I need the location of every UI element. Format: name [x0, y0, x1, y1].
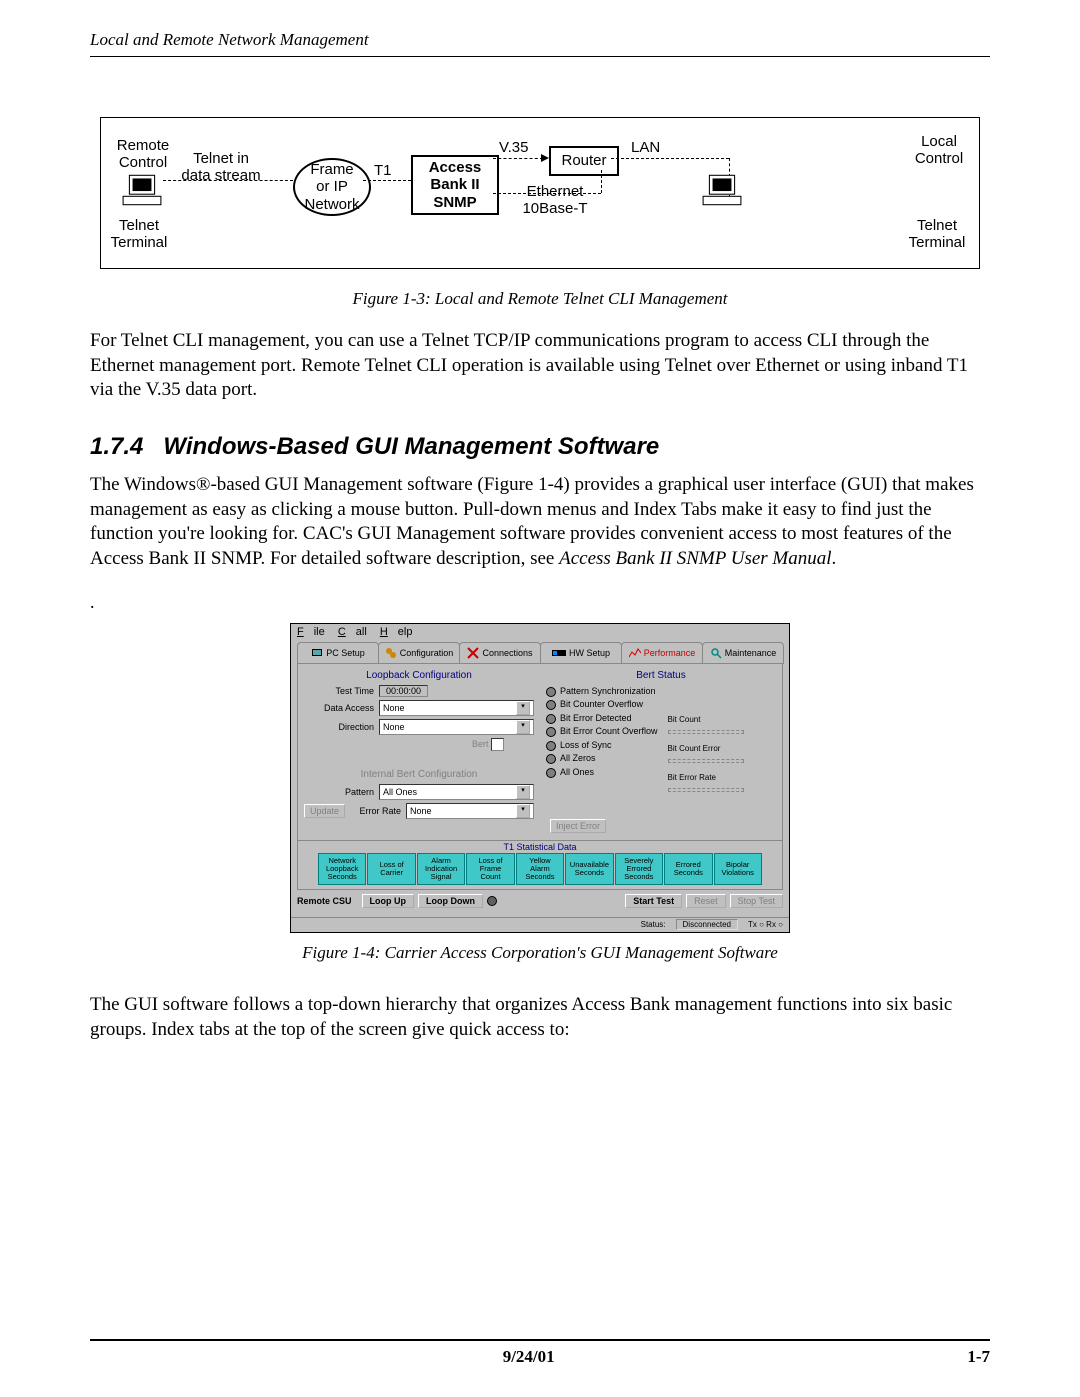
- section-heading: 1.7.4 Windows-Based GUI Management Softw…: [90, 433, 990, 461]
- page-header: Local and Remote Network Management: [90, 30, 990, 57]
- test-time-label: Test Time: [304, 686, 379, 696]
- v35-label: V.35: [499, 140, 528, 157]
- section-title: Windows-Based GUI Management Software: [163, 433, 659, 460]
- t1-label: T1: [374, 163, 392, 180]
- tab-performance[interactable]: Performance: [621, 642, 703, 664]
- menu-file[interactable]: FFileile: [297, 626, 325, 638]
- data-access-select[interactable]: None▾: [379, 700, 534, 716]
- bert-status-list: Pattern Synchronization Bit Counter Over…: [546, 685, 658, 802]
- bit-count-error-value: [668, 759, 744, 763]
- menu-help[interactable]: Help: [380, 626, 413, 638]
- t1-cell[interactable]: Severely Errored Seconds: [615, 853, 663, 885]
- bottom-button-bar: Remote CSU Loop Up Loop Down Start Test …: [291, 890, 789, 912]
- paragraph-hierarchy: The GUI software follows a top-down hier…: [90, 993, 990, 1042]
- figure-1-4-caption: Figure 1-4: Carrier Access Corporation's…: [90, 943, 990, 963]
- bit-error-rate-label: Bit Error Rate: [668, 773, 776, 782]
- tab-strip: PC Setup Configuration Connections HW Se…: [291, 640, 789, 664]
- error-rate-label: Error Rate: [349, 806, 406, 816]
- tab-configuration[interactable]: Configuration: [378, 642, 460, 664]
- telnet-terminal-icon-right: [701, 173, 743, 207]
- lan-label: LAN: [631, 140, 660, 157]
- telnet-terminal-right-label: Telnet Terminal: [907, 218, 967, 251]
- txrx-indicator: Tx ○ Rx ○: [748, 920, 783, 929]
- direction-label: Direction: [304, 722, 379, 732]
- led-icon: [546, 754, 556, 764]
- t1-stats-title: T1 Statistical Data: [298, 841, 782, 853]
- direction-select[interactable]: None▾: [379, 719, 534, 735]
- chevron-down-icon[interactable]: ▾: [516, 804, 530, 818]
- access-bank-node: Access Bank II SNMP: [411, 155, 499, 215]
- figure-1-3-caption: Figure 1-3: Local and Remote Telnet CLI …: [90, 289, 990, 309]
- chevron-down-icon[interactable]: ▾: [516, 785, 530, 799]
- start-test-button[interactable]: Start Test: [625, 894, 682, 908]
- led-icon: [546, 714, 556, 724]
- pattern-label: Pattern: [304, 787, 379, 797]
- loop-up-button[interactable]: Loop Up: [362, 894, 415, 908]
- t1-cell[interactable]: Loss of Frame Count: [466, 853, 514, 885]
- bert-checkbox-label: Bert: [472, 739, 489, 749]
- menu-bar[interactable]: FFileile Call Help: [291, 624, 789, 640]
- reset-button[interactable]: Reset: [686, 894, 726, 908]
- internal-bert-config-title: Internal Bert Configuration: [304, 769, 534, 780]
- t1-cell[interactable]: Bipolar Violations: [714, 853, 762, 885]
- led-icon: [546, 727, 556, 737]
- status-label: Status:: [641, 920, 666, 929]
- footer-page-number: 1-7: [967, 1347, 990, 1367]
- bit-count-error-label: Bit Count Error: [668, 744, 776, 753]
- led-icon: [546, 768, 556, 778]
- remote-control-label: Remote Control: [113, 138, 173, 171]
- paragraph-cli: For Telnet CLI management, you can use a…: [90, 329, 990, 403]
- t1-cell[interactable]: Loss of Carrier: [367, 853, 415, 885]
- telnet-stream-label: Telnet in data stream: [176, 151, 266, 184]
- t1-stats-panel: T1 Statistical Data Network Loopback Sec…: [298, 840, 782, 889]
- network-diagram: Remote Control Telnet Terminal Telnet in…: [100, 117, 980, 269]
- led-icon: [546, 687, 556, 697]
- stray-period: .: [90, 592, 990, 613]
- bit-error-rate-value: [668, 788, 744, 792]
- t1-cell[interactable]: Errored Seconds: [664, 853, 712, 885]
- footer-date: 9/24/01: [503, 1347, 555, 1367]
- telnet-terminal-left-label: Telnet Terminal: [109, 218, 169, 251]
- tab-connections[interactable]: Connections: [459, 642, 541, 664]
- chevron-down-icon[interactable]: ▾: [516, 720, 530, 734]
- led-icon: [546, 700, 556, 710]
- tab-hw-setup[interactable]: HW Setup: [540, 642, 622, 664]
- status-value: Disconnected: [676, 919, 738, 930]
- page-footer: 9/24/01 1-7: [90, 1339, 990, 1367]
- stop-test-button[interactable]: Stop Test: [730, 894, 783, 908]
- chevron-down-icon[interactable]: ▾: [516, 701, 530, 715]
- t1-cell[interactable]: Unavailable Seconds: [565, 853, 613, 885]
- loop-down-button[interactable]: Loop Down: [418, 894, 483, 908]
- gui-screenshot: FFileile Call Help PC Setup Configuratio…: [290, 623, 790, 933]
- update-button[interactable]: Update: [304, 804, 345, 818]
- led-icon: [487, 896, 497, 906]
- tab-pc-setup[interactable]: PC Setup: [297, 642, 379, 664]
- router-node: Router: [549, 146, 619, 176]
- bert-checkbox[interactable]: [491, 738, 504, 751]
- paragraph-gui: The Windows®-based GUI Management softwa…: [90, 473, 990, 572]
- bit-count-label: Bit Count: [668, 715, 776, 724]
- t1-cell[interactable]: Alarm Indication Signal: [417, 853, 465, 885]
- test-time-value: 00:00:00: [379, 685, 428, 697]
- t1-cell[interactable]: Yellow Alarm Seconds: [516, 853, 564, 885]
- remote-csu-label: Remote CSU: [297, 896, 352, 906]
- pattern-select[interactable]: All Ones▾: [379, 784, 534, 800]
- frame-ip-node: Frame or IP Network: [293, 158, 371, 216]
- ethernet-label: Ethernet 10Base-T: [515, 184, 595, 217]
- inject-error-button[interactable]: Inject Error: [550, 819, 606, 833]
- data-access-label: Data Access: [304, 703, 379, 713]
- section-number: 1.7.4: [90, 433, 143, 460]
- led-icon: [546, 741, 556, 751]
- menu-call[interactable]: Call: [338, 626, 367, 638]
- maintenance-panel: Loopback Configuration Test Time 00:00:0…: [297, 664, 783, 890]
- t1-cell[interactable]: Network Loopback Seconds: [318, 853, 366, 885]
- local-control-label: Local Control: [911, 134, 967, 167]
- tab-maintenance[interactable]: Maintenance: [702, 642, 784, 664]
- bert-status-title: Bert Status: [546, 670, 776, 681]
- error-rate-select[interactable]: None▾: [406, 803, 534, 819]
- loopback-config-title: Loopback Configuration: [304, 670, 534, 681]
- status-bar: Status: Disconnected Tx ○ Rx ○: [291, 917, 789, 932]
- bit-count-value: [668, 730, 744, 734]
- telnet-terminal-icon: [121, 173, 163, 207]
